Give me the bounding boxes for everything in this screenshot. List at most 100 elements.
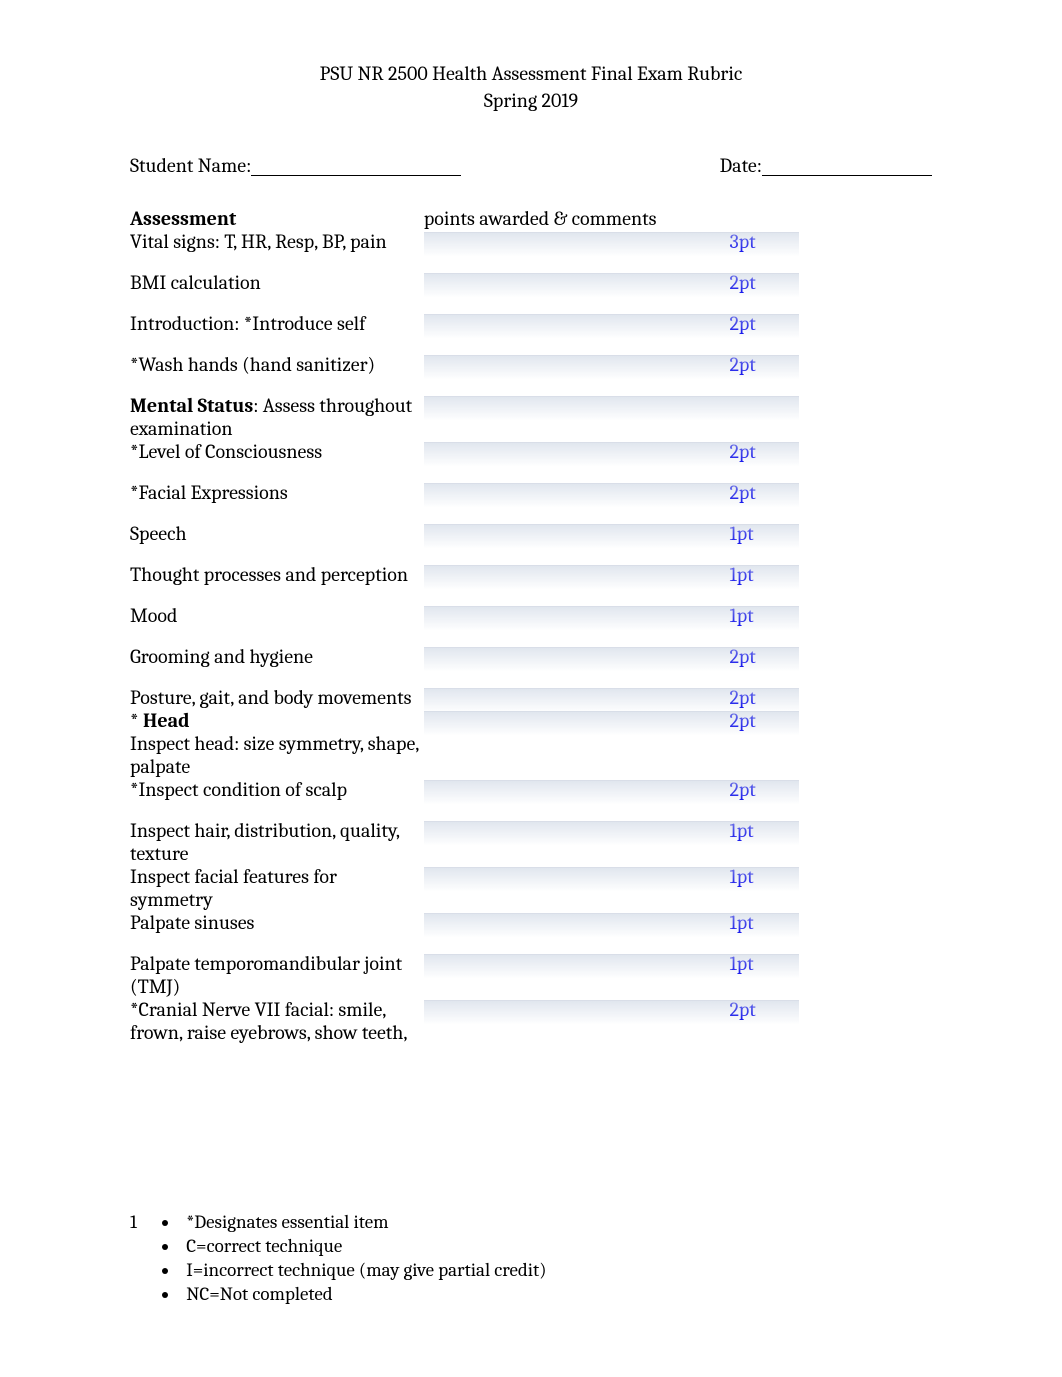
table-row: Inspect facial features for symmetry 1pt (130, 865, 800, 911)
assessment-cell: Inspect facial features for symmetry (130, 865, 424, 911)
table-row: *Level of Consciousness 2pt (130, 440, 800, 463)
comments-cell (424, 271, 730, 294)
date-blank (762, 175, 932, 176)
points-cell: 2pt (729, 686, 800, 709)
comments-cell (424, 312, 730, 335)
table-row: Palpate sinuses1pt (130, 911, 800, 934)
points-cell: 2pt (729, 353, 800, 376)
student-name-field: Student Name: (130, 154, 461, 177)
assessment-cell: Grooming and hygiene (130, 645, 424, 668)
table-row (130, 253, 800, 271)
points-cell: 2pt (729, 440, 800, 463)
assessment-cell: Introduction: *Introduce self (130, 312, 424, 335)
assessment-cell: BMI calculation (130, 271, 424, 294)
assessment-cell: Posture, gait, and body movements (130, 686, 424, 709)
comments-cell (424, 709, 730, 778)
table-row: *Facial Expressions 2pt (130, 481, 800, 504)
title-line-2: Spring 2019 (130, 87, 932, 114)
table-row: Grooming and hygiene 2pt (130, 645, 800, 668)
table-row: BMI calculation 2pt (130, 271, 800, 294)
legend-item: I=incorrect technique (may give partial … (180, 1259, 546, 1281)
points-cell: 1pt (729, 522, 800, 545)
table-row: Speech 1pt (130, 522, 800, 545)
date-field: Date: (720, 154, 932, 177)
assessment-cell: Thought processes and perception (130, 563, 424, 586)
points-cell: 2pt (729, 998, 800, 1044)
points-cell: 1pt (729, 819, 800, 865)
document-header: PSU NR 2500 Health Assessment Final Exam… (130, 60, 932, 114)
table-row (130, 294, 800, 312)
page-number: 1 (130, 1211, 158, 1233)
assessment-cell: Mental Status: Assess throughout examina… (130, 394, 424, 440)
table-row (130, 335, 800, 353)
table-row (130, 668, 800, 686)
assessment-cell: Inspect hair, distribution, quality, tex… (130, 819, 424, 865)
student-name-blank (251, 175, 461, 176)
comments-cell (424, 686, 730, 709)
assessment-cell: Speech (130, 522, 424, 545)
student-name-label: Student Name: (130, 154, 251, 177)
points-cell: 2pt (729, 481, 800, 504)
comments-cell (424, 230, 730, 253)
comments-cell (424, 522, 730, 545)
assessment-cell: Palpate temporomandibular joint (TMJ) (130, 952, 424, 998)
table-row: Mood 1pt (130, 604, 800, 627)
table-row (130, 934, 800, 952)
table-row: Palpate temporomandibular joint (TMJ) 1pt (130, 952, 800, 998)
page: PSU NR 2500 Health Assessment Final Exam… (0, 0, 1062, 1377)
comments-cell (424, 911, 730, 934)
table-row (130, 463, 800, 481)
points-cell: 1pt (729, 865, 800, 911)
name-date-row: Student Name: Date: (130, 154, 932, 177)
legend-item: NC=Not completed (180, 1283, 546, 1305)
comments-cell (424, 394, 730, 440)
assessment-cell: *Inspect condition of scalp (130, 778, 424, 801)
comments-cell (424, 998, 730, 1044)
legend-item: C=correct technique (180, 1235, 546, 1257)
comments-cell (424, 952, 730, 998)
footer: 1 *Designates essential item C=correct t… (130, 1211, 546, 1307)
table-row (130, 586, 800, 604)
comments-cell (424, 778, 730, 801)
assessment-cell: *Level of Consciousness (130, 440, 424, 463)
points-cell: 1pt (729, 952, 800, 998)
legend-list: *Designates essential item C=correct tec… (162, 1211, 546, 1307)
comments-cell (424, 563, 730, 586)
comments-cell (424, 604, 730, 627)
comments-cell (424, 440, 730, 463)
comments-cell (424, 353, 730, 376)
points-cell: 2pt (729, 778, 800, 801)
column-header-assessment: Assessment (130, 207, 424, 230)
table-row (130, 376, 800, 394)
table-row: *Inspect condition of scalp 2pt (130, 778, 800, 801)
assessment-cell: *Facial Expressions (130, 481, 424, 504)
title-line-1: PSU NR 2500 Health Assessment Final Exam… (130, 60, 932, 87)
table-row (130, 801, 800, 819)
assessment-cell: Mood (130, 604, 424, 627)
table-row: Vital signs: T, HR, Resp, BP, pain3pt (130, 230, 800, 253)
date-label: Date: (720, 154, 762, 177)
table-row: Thought processes and perception 1pt (130, 563, 800, 586)
assessment-cell: * HeadInspect head: size symmetry, shape… (130, 709, 424, 778)
table-row: Inspect hair, distribution, quality, tex… (130, 819, 800, 865)
points-cell: 2pt (729, 312, 800, 335)
table-row: Mental Status: Assess throughout examina… (130, 394, 800, 440)
assessment-cell: *Cranial Nerve VII facial: smile, frown,… (130, 998, 424, 1044)
comments-cell (424, 645, 730, 668)
comments-cell (424, 865, 730, 911)
assessment-cell: *Wash hands (hand sanitizer) (130, 353, 424, 376)
assessment-cell: Palpate sinuses (130, 911, 424, 934)
points-cell: 2pt (729, 271, 800, 294)
points-cell: 1pt (729, 604, 800, 627)
table-row (130, 627, 800, 645)
table-row (130, 504, 800, 522)
points-cell: 2pt (729, 709, 800, 778)
table-row: Posture, gait, and body movements 2pt (130, 686, 800, 709)
points-cell: 2pt (729, 645, 800, 668)
points-cell: 1pt (729, 563, 800, 586)
comments-cell (424, 819, 730, 865)
column-header-points: points awarded & comments (424, 207, 800, 230)
table-row (130, 545, 800, 563)
points-cell (729, 394, 800, 440)
table-row: * HeadInspect head: size symmetry, shape… (130, 709, 800, 778)
